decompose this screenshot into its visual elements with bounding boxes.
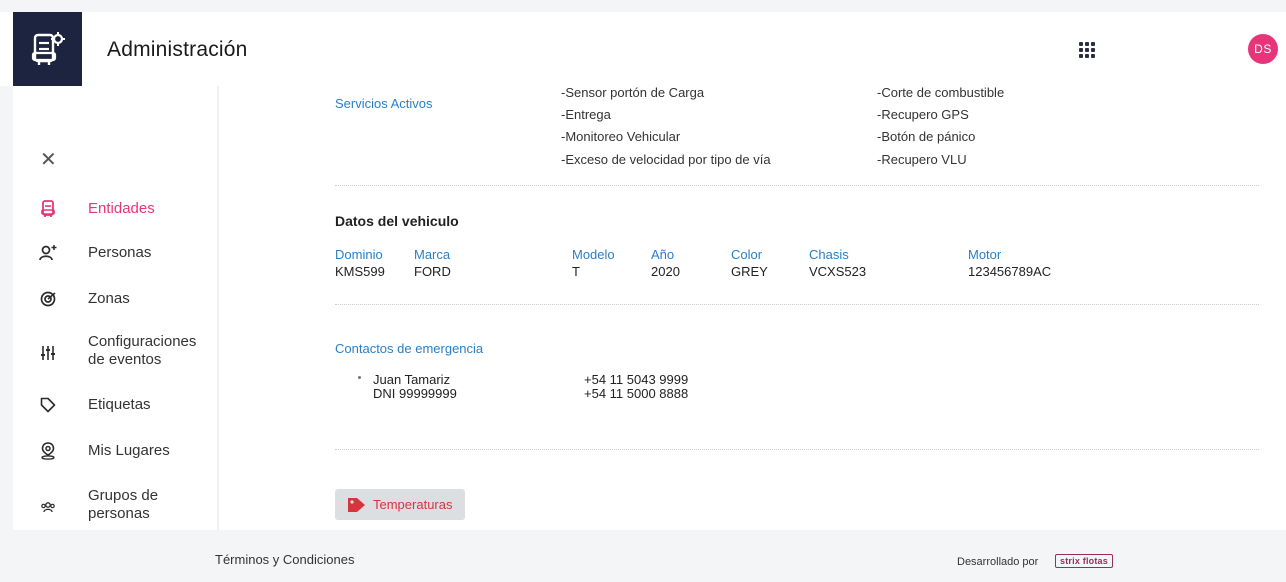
vehicle-col-header: Modelo xyxy=(572,247,615,262)
apps-grid-icon[interactable] xyxy=(1076,39,1098,61)
vehicle-settings-icon xyxy=(31,32,65,65)
tag-chip[interactable]: Temperaturas xyxy=(335,489,465,520)
vehicle-col-value: T xyxy=(572,264,580,279)
developed-by-text: Desarrollado por xyxy=(957,556,1039,568)
sidebar-item-label: Entidades xyxy=(88,200,155,217)
sidebar-item-label: Configuraciones de eventos xyxy=(88,333,197,368)
contact-phone: +54 11 5043 9999 xyxy=(584,372,689,387)
sidebar-item-personas[interactable]: Personas xyxy=(13,243,217,263)
contact-name: Juan Tamariz xyxy=(373,372,451,387)
group-icon xyxy=(39,498,57,516)
sliders-icon xyxy=(39,344,57,362)
vehicle-col-header: Dominio xyxy=(335,247,383,262)
services-label: Servicios Activos xyxy=(335,96,433,111)
sidebar-item-etiquetas[interactable]: Etiquetas xyxy=(13,395,217,415)
sidebar-item-label: Etiquetas xyxy=(88,396,151,413)
vehicle-col-value: FORD xyxy=(414,264,451,279)
service-item: -Recupero VLU xyxy=(877,152,967,167)
service-item: -Entrega xyxy=(561,107,611,122)
vehicle-col-value: 2020 xyxy=(651,264,680,279)
vehicle-col-header: Color xyxy=(731,247,763,262)
tag-icon xyxy=(39,396,57,414)
top-strip xyxy=(0,0,1286,12)
sidebar-item-configuraciones[interactable]: Configuraciones de eventos xyxy=(13,333,217,371)
vehicle-col-value: KMS599 xyxy=(335,264,385,279)
tag-icon xyxy=(348,497,365,512)
service-item: -Exceso de velocidad por tipo de vía xyxy=(561,152,771,167)
sidebar-item-entidades[interactable]: Entidades xyxy=(13,199,217,219)
service-item: -Sensor portón de Carga xyxy=(561,85,705,100)
divider xyxy=(335,185,1259,186)
vehicle-icon xyxy=(39,200,57,218)
vehicle-col-header: Chasis xyxy=(809,247,849,262)
list-bullet xyxy=(358,376,361,379)
target-icon xyxy=(39,290,57,308)
vehicle-col-header: Año xyxy=(651,247,675,262)
sidebar-item-grupos[interactable]: Grupos de personas xyxy=(13,487,217,525)
vehicle-col-header: Marca xyxy=(414,247,451,262)
service-item: -Corte de combustible xyxy=(877,85,1005,100)
brand-logo[interactable]: strix flotas xyxy=(1055,554,1113,568)
vehicle-col-value: GREY xyxy=(731,264,768,279)
sidebar-item-zonas[interactable]: Zonas xyxy=(13,289,217,309)
sidebar-item-mis-lugares[interactable]: Mis Lugares xyxy=(13,441,217,461)
location-pin-icon xyxy=(39,442,57,460)
contacts-section-title: Contactos de emergencia xyxy=(335,341,484,356)
page-title: Administración xyxy=(107,38,248,61)
app-logo[interactable] xyxy=(13,12,82,86)
service-item: -Monitoreo Vehicular xyxy=(561,129,681,144)
divider xyxy=(335,449,1259,450)
vehicle-section-title: Datos del vehiculo xyxy=(335,213,459,229)
terms-link[interactable]: Términos y Condiciones xyxy=(215,552,354,567)
sidebar-item-label: Mis Lugares xyxy=(88,442,170,459)
sidebar-item-label: Grupos de personas xyxy=(88,487,159,522)
vehicle-col-header: Motor xyxy=(968,247,1002,262)
sidebar-item-label: Personas xyxy=(88,244,152,261)
contact-dni: DNI 99999999 xyxy=(373,386,457,401)
person-add-icon xyxy=(39,244,57,262)
vehicle-col-value: VCXS523 xyxy=(809,264,867,279)
close-icon[interactable]: ✕ xyxy=(40,150,57,170)
tag-label: Temperaturas xyxy=(373,497,453,512)
user-avatar[interactable]: DS xyxy=(1248,34,1278,64)
sidebar-item-label: Zonas xyxy=(88,290,130,307)
contact-phone: +54 11 5000 8888 xyxy=(584,386,689,401)
service-item: -Botón de pánico xyxy=(877,129,976,144)
service-item: -Recupero GPS xyxy=(877,107,969,122)
vehicle-col-value: 123456789AC xyxy=(968,264,1052,279)
divider xyxy=(335,304,1259,305)
